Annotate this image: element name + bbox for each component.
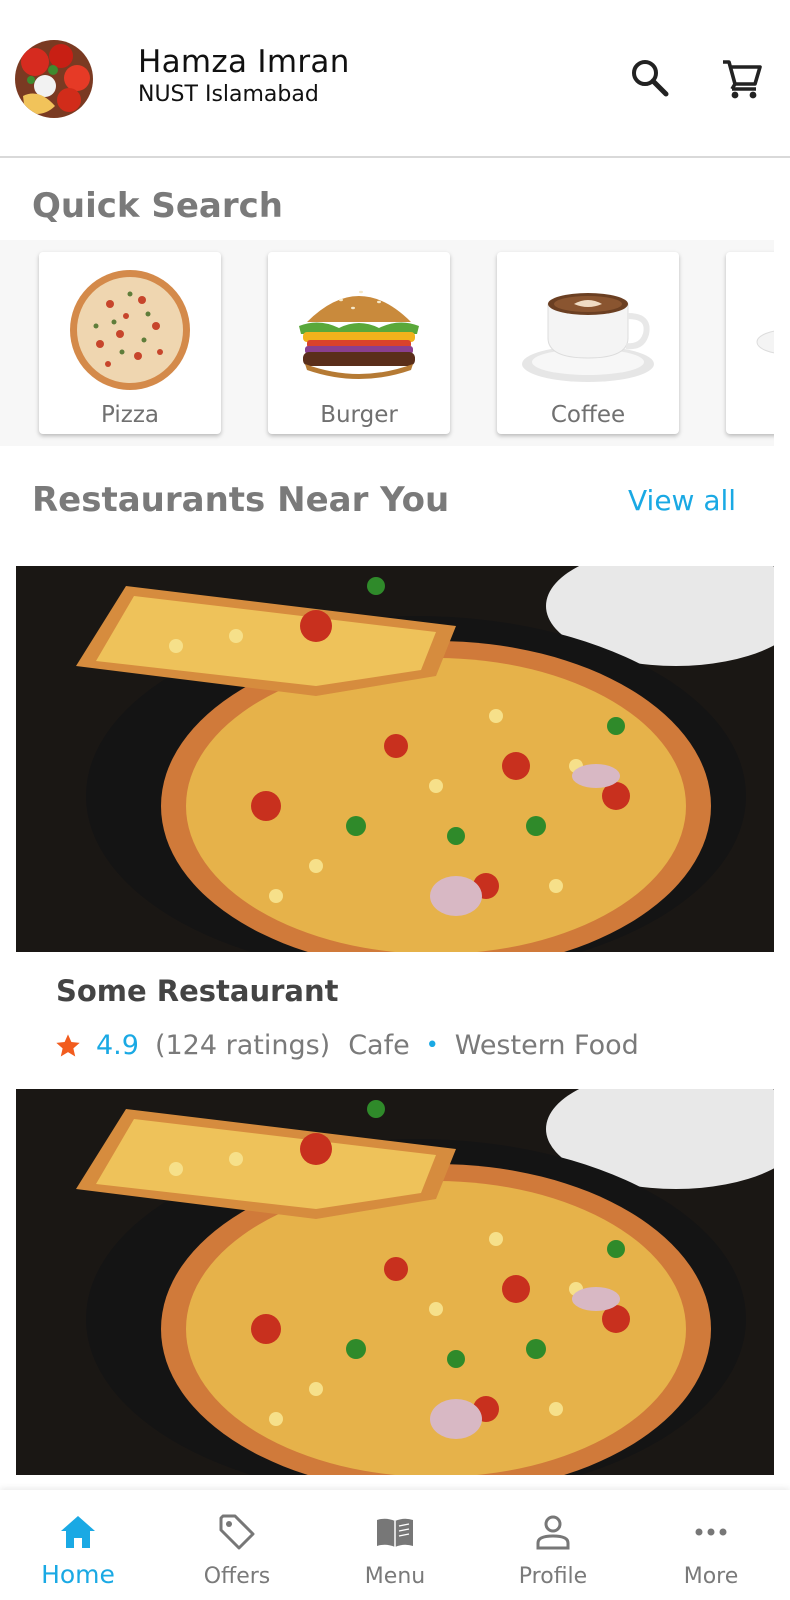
coffee-image	[518, 264, 658, 394]
nav-menu[interactable]: Menu	[325, 1490, 465, 1600]
person-icon	[536, 1515, 570, 1550]
restaurant-meta: 4.9 (124 ratings) Cafe • Western Food	[54, 1030, 639, 1061]
quick-search-label: Burger	[320, 402, 398, 428]
separator-dot-icon: •	[425, 1033, 439, 1058]
bottom-navigation: Home Offers Menu Profile More	[0, 1490, 790, 1600]
search-icon[interactable]	[628, 56, 672, 100]
quick-search-title: Quick Search	[32, 186, 283, 226]
restaurant-ratings-count: (124 ratings)	[154, 1030, 331, 1061]
nav-label: Menu	[364, 1564, 426, 1589]
nav-label: Offers	[203, 1564, 271, 1589]
view-all-link[interactable]: View all	[628, 484, 736, 517]
restaurant-category: Cafe	[348, 1030, 410, 1061]
restaurant-image[interactable]	[16, 566, 774, 952]
star-icon	[56, 1033, 80, 1056]
more-icon	[695, 1528, 727, 1536]
nav-offers[interactable]: Offers	[167, 1490, 307, 1600]
cart-icon[interactable]	[720, 56, 764, 100]
nav-profile[interactable]: Profile	[483, 1490, 623, 1600]
restaurant-image[interactable]	[16, 1089, 774, 1475]
restaurant-name[interactable]: Some Restaurant	[56, 974, 339, 1008]
quick-search-burger[interactable]: Burger	[268, 252, 450, 434]
tag-icon	[219, 1514, 255, 1550]
nav-label: Profile	[518, 1564, 588, 1589]
quick-search-carousel[interactable]: Pizza Burger Coffee	[0, 240, 774, 446]
restaurant-cuisine: Western Food	[454, 1030, 639, 1061]
quick-search-label: D	[726, 402, 774, 428]
quick-search-pizza[interactable]: Pizza	[39, 252, 221, 434]
quick-search-label: Pizza	[101, 402, 159, 428]
nav-label: Home	[41, 1560, 115, 1589]
burger-image	[289, 264, 429, 394]
user-name: Hamza Imran	[138, 44, 350, 80]
user-location: NUST Islamabad	[138, 82, 319, 107]
restaurant-rating: 4.9	[96, 1030, 139, 1061]
restaurants-title: Restaurants Near You	[32, 480, 450, 520]
quick-search-dessert[interactable]: D	[726, 252, 774, 434]
quick-search-coffee[interactable]: Coffee	[497, 252, 679, 434]
quick-search-label: Coffee	[550, 402, 626, 428]
dessert-image	[747, 264, 774, 394]
nav-more[interactable]: More	[641, 1490, 781, 1600]
nav-home[interactable]: Home	[8, 1490, 148, 1600]
nav-label: More	[683, 1564, 739, 1589]
avatar[interactable]	[15, 40, 93, 118]
app-header: Hamza Imran NUST Islamabad	[0, 0, 790, 158]
book-icon	[377, 1518, 413, 1547]
pizza-image	[60, 264, 200, 394]
home-icon	[61, 1516, 95, 1548]
